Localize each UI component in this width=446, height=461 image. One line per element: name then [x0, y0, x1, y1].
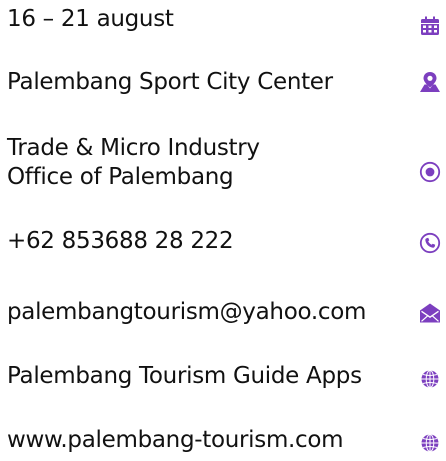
app-text-line: Palembang Tourism Guide Apps — [7, 363, 362, 389]
contact-info-list: 16 – 21 august Palembang Sport City Cent… — [0, 0, 446, 461]
venue-text-line: Palembang Sport City Center — [7, 69, 333, 95]
office-text: Trade & Micro Industry Office of Palemba… — [7, 134, 260, 192]
website-text: www.palembang-tourism.com — [7, 426, 344, 455]
app-text: Palembang Tourism Guide Apps — [7, 362, 362, 391]
envelope-icon — [418, 301, 442, 325]
email-text-line: palembangtourism@yahoo.com — [7, 299, 367, 325]
phone-text-line: +62 853688 28 222 — [7, 228, 234, 254]
phone-icon — [418, 231, 442, 255]
radio-target-icon — [418, 160, 442, 184]
calendar-icon — [418, 14, 442, 38]
globe-icon — [418, 431, 442, 455]
office-text-line-1: Trade & Micro Industry — [7, 135, 260, 161]
date-text-line: 16 – 21 august — [7, 6, 174, 32]
date-text: 16 – 21 august — [7, 5, 174, 34]
phone-text: +62 853688 28 222 — [7, 227, 234, 256]
map-pin-icon — [418, 70, 442, 94]
email-text: palembangtourism@yahoo.com — [7, 298, 366, 327]
office-text-line-2: Office of Palembang — [7, 164, 234, 190]
globe-icon — [418, 367, 442, 391]
venue-text: Palembang Sport City Center — [7, 68, 333, 97]
website-text-line: www.palembang-tourism.com — [7, 427, 344, 453]
